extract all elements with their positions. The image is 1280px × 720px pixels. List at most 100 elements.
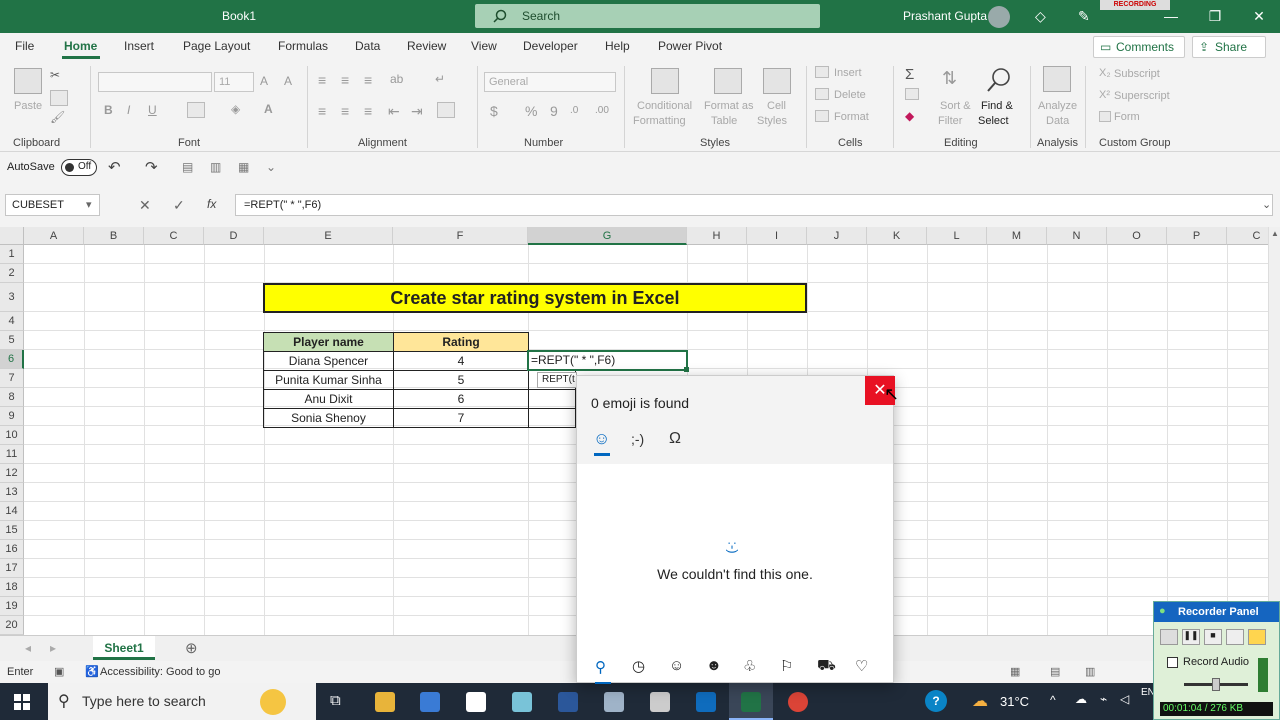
cut-icon[interactable]: ✂ (50, 68, 60, 82)
fill-icon[interactable] (905, 88, 919, 100)
task-view-icon[interactable]: ⧉ (330, 692, 341, 709)
row-header[interactable]: 7 (0, 369, 24, 388)
row-header[interactable]: 18 (0, 578, 24, 597)
find-select-label[interactable]: Find & (981, 100, 1013, 112)
redo-icon[interactable]: ↷ (145, 158, 158, 176)
row-header[interactable]: 19 (0, 597, 24, 616)
macro-record-icon[interactable]: ▣ (54, 665, 64, 678)
tab-developer[interactable]: Developer (523, 39, 578, 53)
delete-cells-icon[interactable] (815, 88, 829, 100)
analyze-data-label[interactable]: Analyze (1038, 100, 1077, 112)
column-header[interactable]: D (204, 227, 264, 245)
transport-icon[interactable]: ⛟ (817, 657, 836, 676)
stop-icon[interactable]: ■ (1204, 629, 1222, 645)
increase-indent-icon[interactable]: ⇥ (411, 103, 423, 120)
italic-button[interactable]: I (127, 103, 130, 117)
column-header[interactable]: A (24, 227, 84, 245)
row-header[interactable]: 20 (0, 616, 24, 635)
column-header[interactable]: G (528, 227, 687, 245)
rating-cell[interactable]: 5 (393, 370, 529, 390)
add-sheet-icon[interactable]: ⊕ (185, 639, 198, 657)
page-layout-view-icon[interactable]: ▤ (1050, 665, 1060, 678)
row-header[interactable]: 9 (0, 407, 24, 426)
align-left-icon[interactable]: ≡ (318, 103, 326, 119)
underline-button[interactable]: U (148, 103, 157, 117)
tab-page-layout[interactable]: Page Layout (183, 39, 250, 53)
row-header[interactable]: 8 (0, 388, 24, 407)
tab-file[interactable]: File (15, 39, 34, 53)
row-header[interactable]: 10 (0, 426, 24, 445)
customize-qat-icon[interactable]: ⌄ (266, 160, 276, 174)
column-header[interactable]: O (1107, 227, 1167, 245)
autosave-toggle[interactable]: Off (61, 159, 97, 176)
column-header[interactable]: C (144, 227, 204, 245)
tab-help[interactable]: Help (605, 39, 630, 53)
weather-highlight-icon[interactable] (260, 689, 286, 715)
row-header[interactable]: 5 (0, 331, 24, 350)
comma-icon[interactable]: 9 (550, 103, 558, 119)
format-as-table-icon[interactable] (714, 68, 742, 94)
conditional-formatting-label[interactable]: Conditional (637, 100, 692, 112)
print-preview-icon[interactable]: ▤ (182, 160, 193, 174)
dropbox-icon[interactable] (466, 692, 486, 712)
accessibility-icon[interactable]: ♿ (85, 665, 99, 678)
row-header[interactable]: 3 (0, 283, 24, 312)
font-size-select[interactable]: 11 (214, 72, 254, 92)
tab-view[interactable]: View (471, 39, 497, 53)
row-header[interactable]: 12 (0, 464, 24, 483)
rating-cell[interactable]: 7 (393, 408, 529, 428)
column-header[interactable]: M (987, 227, 1047, 245)
row-header[interactable]: 1 (0, 245, 24, 264)
font-color-icon[interactable]: A (264, 102, 273, 116)
shrink-font-icon[interactable]: A (284, 74, 292, 88)
align-middle-icon[interactable]: ≡ (341, 72, 349, 88)
normal-view-icon[interactable]: ▦ (1010, 665, 1020, 678)
food-icon[interactable]: ⚐ (780, 657, 793, 675)
chevron-down-icon[interactable]: ▾ (86, 195, 92, 215)
player-name-cell[interactable]: Sonia Shenoy (263, 408, 394, 428)
column-header[interactable]: I (747, 227, 807, 245)
column-header[interactable]: N (1047, 227, 1107, 245)
people-icon[interactable]: ☻ (706, 657, 722, 674)
find-select-icon[interactable] (985, 66, 1013, 94)
row-header[interactable]: 6 (0, 350, 24, 369)
smiley-icon[interactable]: ☺ (669, 657, 684, 674)
increase-decimal-icon[interactable]: .0 (570, 105, 578, 116)
app-icon[interactable] (650, 692, 670, 712)
store-icon[interactable] (420, 692, 440, 712)
enter-icon[interactable]: ✓ (173, 197, 185, 214)
celebration-icon[interactable]: ♧ (743, 657, 756, 675)
column-header[interactable]: C (1227, 227, 1268, 245)
sort-filter-label-2[interactable]: Filter (938, 115, 962, 127)
analyze-data-icon[interactable] (1043, 66, 1071, 92)
vertical-scrollbar[interactable]: ▲ (1268, 227, 1280, 635)
expand-formula-icon[interactable]: ⌄ (1262, 198, 1271, 211)
decrease-indent-icon[interactable]: ⇤ (388, 103, 400, 120)
outlook-icon[interactable] (696, 692, 716, 712)
borders-icon[interactable] (187, 102, 205, 118)
tab-data[interactable]: Data (355, 39, 380, 53)
cancel-icon[interactable]: ✕ (139, 197, 151, 214)
draw-icon[interactable] (1248, 629, 1266, 645)
header-player-name[interactable]: Player name (263, 332, 394, 352)
column-header[interactable]: L (927, 227, 987, 245)
row-header[interactable]: 2 (0, 264, 24, 283)
taskbar-search[interactable]: Type here to search ⚲ (48, 683, 316, 720)
record-audio-checkbox[interactable] (1167, 657, 1178, 668)
prev-sheet-icon[interactable]: ◂ (25, 641, 31, 655)
undo-icon[interactable]: ↶ (108, 158, 121, 176)
temperature[interactable]: 31°C (1000, 694, 1029, 709)
record-button[interactable] (1160, 629, 1178, 645)
autosum-icon[interactable]: Σ (905, 66, 914, 83)
next-sheet-icon[interactable]: ▸ (50, 641, 56, 655)
cell-styles-label-2[interactable]: Styles (757, 115, 787, 127)
tab-home[interactable]: Home (64, 39, 97, 53)
find-select-label-2[interactable]: Select (978, 115, 1009, 127)
chevron-up-icon[interactable]: ^ (1050, 693, 1056, 707)
active-cell-editor[interactable]: =REPT(" * ",F6) (527, 350, 688, 371)
player-name-cell[interactable]: Punita Kumar Sinha (263, 370, 394, 390)
avatar[interactable] (988, 6, 1010, 28)
help-icon[interactable]: ? (925, 690, 947, 712)
format-as-table-label-2[interactable]: Table (711, 115, 737, 127)
name-box[interactable]: CUBESET ▾ (5, 194, 100, 216)
